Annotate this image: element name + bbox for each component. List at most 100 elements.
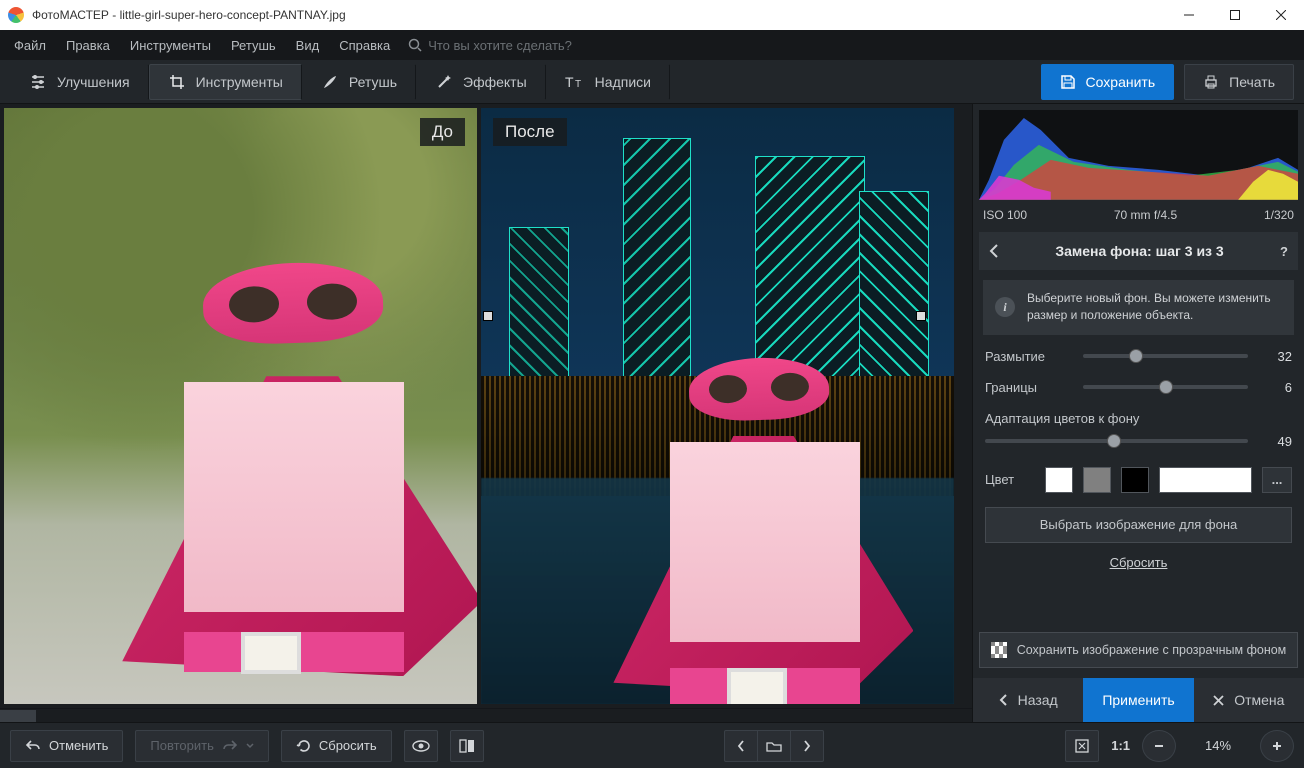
menubar: Файл Правка Инструменты Ретушь Вид Справ…: [0, 30, 1304, 60]
blur-slider[interactable]: [1083, 354, 1248, 358]
chevron-left-icon: [737, 740, 745, 752]
toolbar: Улучшения Инструменты Ретушь Эффекты TT …: [0, 60, 1304, 104]
reset-link[interactable]: Сбросить: [973, 555, 1304, 570]
chevron-left-icon: [999, 694, 1008, 706]
adapt-label: Адаптация цветов к фону: [985, 411, 1292, 426]
step-back-button[interactable]: Назад: [973, 678, 1083, 722]
tab-retouch-label: Ретушь: [349, 74, 397, 90]
before-view[interactable]: До: [4, 108, 477, 704]
zoom-percent[interactable]: 14%: [1188, 738, 1248, 753]
step-cancel-label: Отмена: [1234, 692, 1284, 708]
minimize-button[interactable]: [1166, 0, 1212, 30]
panel-title: Замена фона: шаг 3 из 3: [1009, 243, 1270, 259]
eye-icon: [412, 740, 430, 752]
nav-prev-button[interactable]: [724, 730, 758, 762]
reset-label: Сбросить: [319, 738, 377, 753]
nav-next-button[interactable]: [790, 730, 824, 762]
transparency-icon: [991, 642, 1007, 658]
tab-text-label: Надписи: [595, 74, 651, 90]
menu-edit[interactable]: Правка: [56, 30, 120, 60]
horizontal-scrollbar[interactable]: [0, 708, 972, 722]
menu-help[interactable]: Справка: [329, 30, 400, 60]
color-field[interactable]: [1159, 467, 1252, 493]
menu-view[interactable]: Вид: [286, 30, 330, 60]
print-label: Печать: [1229, 74, 1275, 90]
tab-tools[interactable]: Инструменты: [149, 64, 302, 100]
save-icon: [1060, 74, 1076, 90]
save-transparent-button[interactable]: Сохранить изображение с прозрачным фоном: [979, 632, 1298, 668]
plus-icon: [1271, 740, 1283, 752]
sliders-icon: [29, 73, 47, 91]
zoom-out-button[interactable]: [1142, 730, 1176, 762]
blur-label: Размытие: [985, 349, 1073, 364]
print-button[interactable]: Печать: [1184, 64, 1294, 100]
fit-screen-button[interactable]: [1065, 730, 1099, 762]
tab-enhance-label: Улучшения: [57, 74, 130, 90]
step-apply-button[interactable]: Применить: [1083, 678, 1193, 722]
titlebar: ФотоМАСТЕР - little-girl-super-hero-conc…: [0, 0, 1304, 30]
wand-icon: [435, 73, 453, 91]
text-icon: TT: [565, 74, 585, 90]
panel-controls: Размытие 32 Границы 6 Адаптация цветов к…: [973, 345, 1304, 493]
panel-back-button[interactable]: [989, 244, 999, 258]
vertical-scrollbar[interactable]: [958, 104, 972, 708]
before-label: До: [420, 118, 465, 146]
color-swatch-gray[interactable]: [1083, 467, 1111, 493]
panel-help-button[interactable]: ?: [1280, 244, 1288, 259]
menu-tools[interactable]: Инструменты: [120, 30, 221, 60]
hint-text: Выберите новый фон. Вы можете изменить р…: [1027, 290, 1282, 325]
adapt-slider[interactable]: [985, 439, 1248, 443]
after-view[interactable]: После: [481, 108, 954, 704]
fit-icon: [1075, 739, 1089, 753]
compare-toggle-button[interactable]: [450, 730, 484, 762]
reset-button[interactable]: Сбросить: [281, 730, 392, 762]
color-swatch-white[interactable]: [1045, 467, 1073, 493]
tab-effects[interactable]: Эффекты: [416, 64, 546, 100]
folder-icon: [766, 740, 782, 752]
ratio-label[interactable]: 1:1: [1111, 738, 1130, 753]
nav-open-button[interactable]: [757, 730, 791, 762]
save-label: Сохранить: [1086, 74, 1156, 90]
redo-button[interactable]: Повторить: [135, 730, 268, 762]
histogram[interactable]: [979, 110, 1298, 200]
window-title: ФотоМАСТЕР - little-girl-super-hero-conc…: [32, 8, 346, 22]
tab-enhance[interactable]: Улучшения: [10, 64, 149, 100]
close-icon: [1213, 695, 1224, 706]
color-swatch-black[interactable]: [1121, 467, 1149, 493]
tab-text[interactable]: TT Надписи: [546, 64, 670, 100]
edges-value: 6: [1258, 380, 1292, 395]
canvas-area: До После: [0, 104, 972, 722]
menubar-search[interactable]: Что вы хотите сделать?: [408, 38, 572, 53]
edges-slider[interactable]: [1083, 385, 1248, 389]
undo-button[interactable]: Отменить: [10, 730, 123, 762]
after-image: [481, 108, 954, 704]
color-more-button[interactable]: ...: [1262, 467, 1292, 493]
bottom-bar: Отменить Повторить Сбросить 1:1 14%: [0, 722, 1304, 768]
adapt-slider-row: Адаптация цветов к фону 49: [985, 411, 1292, 449]
svg-text:T: T: [575, 79, 581, 90]
tab-retouch[interactable]: Ретушь: [302, 64, 416, 100]
exif-lens: 70 mm f/4.5: [1114, 208, 1177, 222]
exif-shutter: 1/320: [1264, 208, 1294, 222]
blur-slider-row: Размытие 32: [985, 349, 1292, 364]
maximize-button[interactable]: [1212, 0, 1258, 30]
exif-info: ISO 100 70 mm f/4.5 1/320: [973, 202, 1304, 232]
preview-toggle-button[interactable]: [404, 730, 438, 762]
panel-hint: i Выберите новый фон. Вы можете изменить…: [983, 280, 1294, 335]
split-icon: [459, 738, 475, 754]
print-icon: [1203, 74, 1219, 90]
zoom-in-button[interactable]: [1260, 730, 1294, 762]
step-cancel-button[interactable]: Отмена: [1194, 678, 1304, 722]
close-button[interactable]: [1258, 0, 1304, 30]
tab-tools-label: Инструменты: [196, 74, 283, 90]
menu-retouch[interactable]: Ретушь: [221, 30, 286, 60]
edges-label: Границы: [985, 380, 1073, 395]
menu-file[interactable]: Файл: [4, 30, 56, 60]
undo-icon: [25, 739, 41, 753]
app-logo-icon: [8, 7, 24, 23]
save-button[interactable]: Сохранить: [1041, 64, 1175, 100]
main-area: До После: [0, 104, 1304, 722]
step-buttons: Назад Применить Отмена: [973, 678, 1304, 722]
choose-bg-button[interactable]: Выбрать изображение для фона: [985, 507, 1292, 543]
before-image: [4, 108, 477, 704]
